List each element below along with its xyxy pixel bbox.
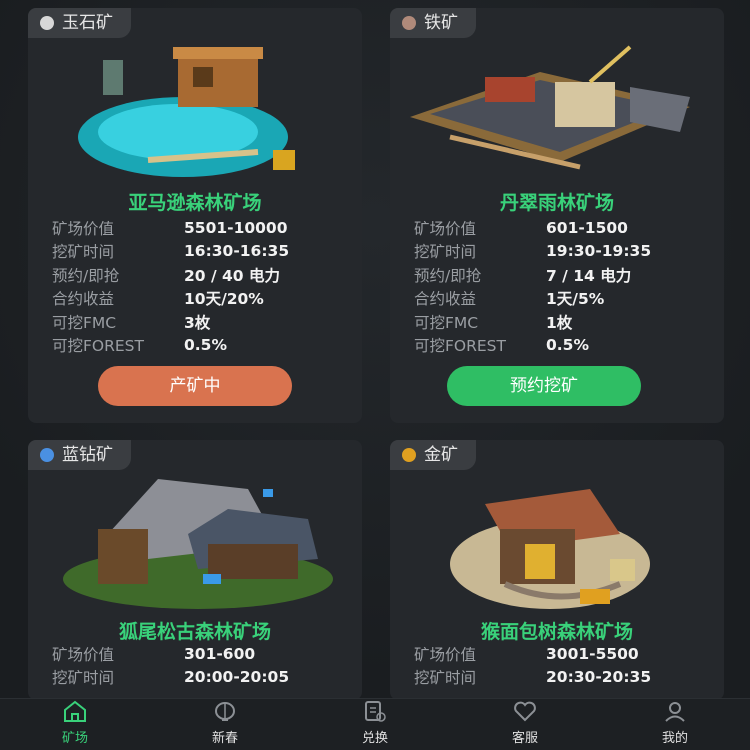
info-label: 矿场价值: [52, 219, 115, 238]
info-label: 可挖FOREST: [414, 337, 506, 356]
tab-label: 新春: [211, 731, 238, 746]
info-row-fmc: 可挖FMC 3枚: [52, 310, 352, 334]
info-row-value: 矿场价值 301-600: [52, 642, 352, 666]
tab-profile[interactable]: 我的: [600, 699, 750, 750]
heart-icon: [514, 701, 536, 722]
info-label: 合约收益: [52, 290, 115, 309]
bottom-tab-bar: 矿场 新春 兑换 客服 我的: [0, 698, 750, 750]
info-value: 0.5%: [546, 336, 589, 355]
mine-list-page: 玉石矿 亚马逊森林矿场 矿场价值 5501-10000 挖矿时间 16:30-16:…: [0, 0, 750, 750]
info-row-value: 矿场价值 601-1500: [414, 216, 714, 240]
info-row-forest: 可挖FOREST 0.5%: [52, 334, 352, 358]
mine-type-tag: 铁矿: [390, 8, 476, 38]
mine-type-tag: 金矿: [390, 440, 476, 470]
mine-type-label: 玉石矿: [62, 13, 113, 33]
info-value: 19:30-19:35: [546, 242, 652, 261]
info-value: 7 / 14 电力: [546, 266, 632, 285]
jade-gem-icon: [40, 16, 54, 30]
mine-title: 亚马逊森林矿场: [128, 192, 262, 214]
gold-gem-icon: [402, 448, 416, 462]
info-row-income: 合约收益 10天/20%: [52, 287, 352, 311]
mine-type-label: 金矿: [424, 445, 458, 465]
info-label: 预约/即抢: [52, 266, 120, 285]
info-label: 挖矿时间: [414, 243, 477, 262]
mine-type-label: 蓝钻矿: [62, 445, 113, 465]
gold-mine-illustration: [390, 474, 724, 614]
mine-title: 狐尾松古森林矿场: [118, 621, 271, 643]
exchange-icon: [365, 701, 386, 722]
tab-label: 兑换: [361, 731, 388, 746]
info-value: 301-600: [184, 644, 256, 663]
mine-title: 猴面包树森林矿场: [480, 621, 633, 643]
mine-type-label: 铁矿: [424, 13, 458, 33]
info-value: 16:30-16:35: [184, 242, 290, 261]
mine-type-tag: 玉石矿: [28, 8, 131, 38]
info-row-value: 矿场价值 5501-10000: [52, 216, 352, 240]
info-label: 合约收益: [414, 290, 477, 309]
info-row-time: 挖矿时间 19:30-19:35: [414, 240, 714, 264]
info-row-reserve: 预约/即抢 7 / 14 电力: [414, 263, 714, 287]
info-value: 20:30-20:35: [546, 668, 652, 687]
iron-gem-icon: [402, 16, 416, 30]
mine-title: 丹翠雨林矿场: [499, 192, 614, 214]
iron-mine-illustration: [390, 42, 724, 182]
info-label: 可挖FMC: [52, 313, 117, 332]
tab-new-year[interactable]: 新春: [150, 699, 300, 750]
info-value: 3001-5500: [546, 644, 639, 663]
info-row-reserve: 预约/即抢 20 / 40 电力: [52, 263, 352, 287]
info-value: 1天/5%: [546, 290, 605, 309]
info-row-fmc: 可挖FMC 1枚: [414, 310, 714, 334]
info-label: 矿场价值: [52, 645, 115, 664]
info-row-income: 合约收益 1天/5%: [414, 287, 714, 311]
mine-card-gold[interactable]: 金矿 猴面包树森林矿场 矿场价值 3001-5500 挖矿时间 20:30-20:3…: [390, 440, 724, 700]
info-label: 挖矿时间: [52, 243, 115, 262]
mine-card-jade[interactable]: 玉石矿 亚马逊森林矿场 矿场价值 5501-10000 挖矿时间 16:30-16:…: [28, 8, 362, 423]
mine-type-tag: 蓝钻矿: [28, 440, 131, 470]
mine-card-blue-diamond[interactable]: 蓝钻矿 狐尾松古森林矿场 矿场价值 301-600 挖矿时间 20:00-20:05: [28, 440, 362, 700]
mine-info-list: 矿场价值 301-600 挖矿时间 20:00-20:05: [52, 642, 352, 689]
info-row-time: 挖矿时间 16:30-16:35: [52, 240, 352, 264]
info-label: 预约/即抢: [414, 266, 482, 285]
mine-card-iron[interactable]: 铁矿 丹翠雨林矿场 矿场价值 601-1500 挖矿时间 19:30-19:35 预…: [390, 8, 724, 423]
mining-status-button[interactable]: 产矿中: [98, 366, 292, 406]
info-label: 挖矿时间: [414, 669, 477, 688]
info-row-forest: 可挖FOREST 0.5%: [414, 334, 714, 358]
blue-diamond-mine-illustration: [28, 474, 362, 614]
tab-customer-service[interactable]: 客服: [450, 699, 600, 750]
mine-info-list: 矿场价值 3001-5500 挖矿时间 20:30-20:35: [414, 642, 714, 689]
tab-mines[interactable]: 矿场: [0, 699, 150, 750]
user-icon: [665, 702, 685, 722]
info-label: 挖矿时间: [52, 669, 115, 688]
tab-label: 矿场: [61, 731, 88, 746]
info-value: 3枚: [184, 313, 211, 332]
info-row-time: 挖矿时间 20:30-20:35: [414, 666, 714, 690]
info-label: 矿场价值: [414, 645, 477, 664]
lantern-icon: [215, 702, 235, 721]
home-icon: [64, 700, 86, 722]
info-label: 可挖FMC: [414, 313, 479, 332]
info-row-value: 矿场价值 3001-5500: [414, 642, 714, 666]
blue-diamond-gem-icon: [40, 448, 54, 462]
tab-exchange[interactable]: 兑换: [300, 699, 450, 750]
info-value: 1枚: [546, 313, 573, 332]
info-value: 20:00-20:05: [184, 668, 290, 687]
tab-label: 我的: [661, 731, 688, 746]
info-value: 10天/20%: [184, 290, 264, 309]
info-row-time: 挖矿时间 20:00-20:05: [52, 666, 352, 690]
tab-label: 客服: [511, 731, 538, 746]
info-value: 601-1500: [546, 218, 628, 237]
mine-info-list: 矿场价值 601-1500 挖矿时间 19:30-19:35 预约/即抢 7 / 14…: [414, 216, 714, 357]
mine-info-list: 矿场价值 5501-10000 挖矿时间 16:30-16:35 预约/即抢 20 /…: [52, 216, 352, 357]
info-value: 5501-10000: [184, 218, 288, 237]
info-value: 20 / 40 电力: [184, 266, 280, 285]
jade-mine-illustration: [28, 42, 362, 182]
info-label: 可挖FOREST: [52, 337, 144, 356]
reserve-mining-button[interactable]: 预约挖矿: [447, 366, 641, 406]
info-label: 矿场价值: [414, 219, 477, 238]
info-value: 0.5%: [184, 336, 227, 355]
